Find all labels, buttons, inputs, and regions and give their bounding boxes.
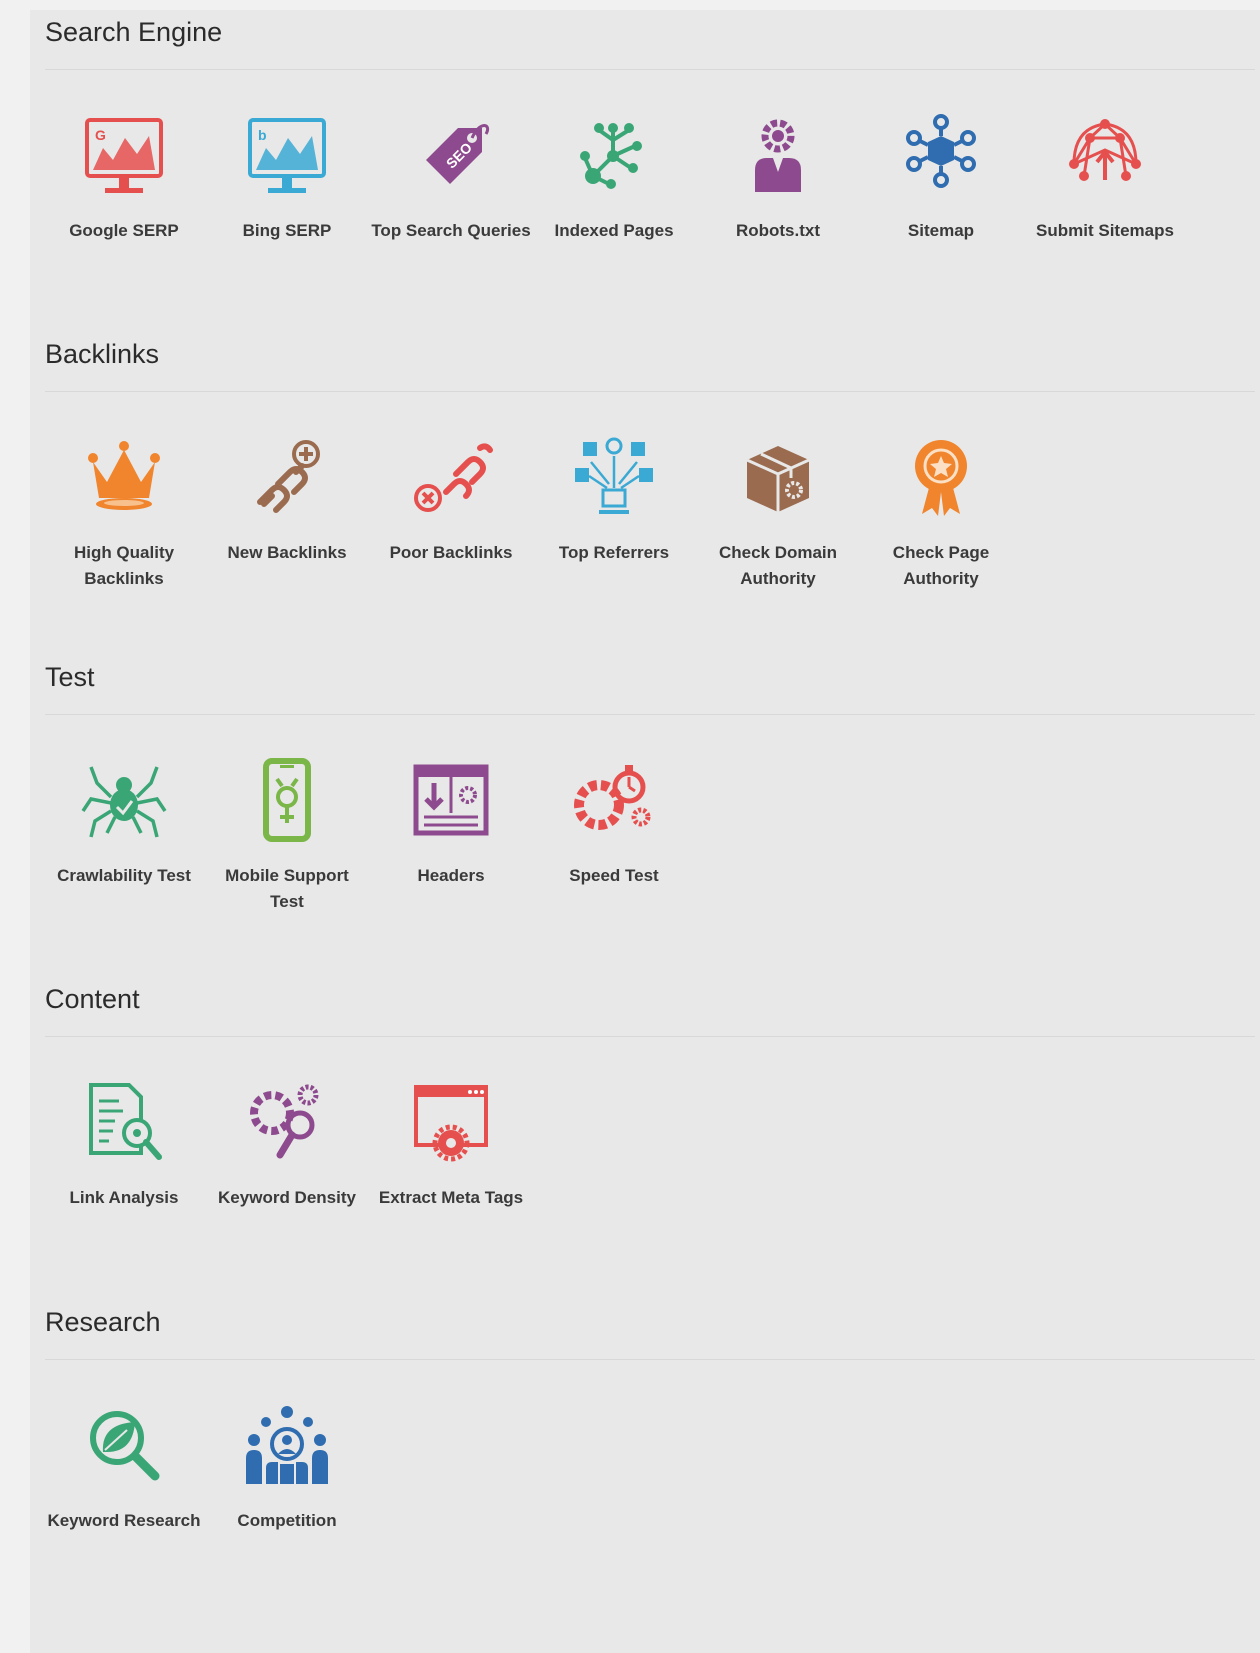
tool-label: New Backlinks (227, 543, 347, 562)
robot-person-icon (755, 119, 801, 192)
tool-label: Top Referrers (558, 543, 670, 562)
sitemap-hub-icon (906, 114, 976, 188)
chain-add-icon (257, 440, 320, 513)
people-group-icon (246, 1406, 328, 1484)
tool-label: Indexed Pages (554, 221, 674, 240)
tool-label: Google SERP (69, 221, 179, 240)
network-tree-icon (580, 123, 642, 189)
gears-magnifier-icon (250, 1084, 319, 1159)
tool-label: Speed Test (569, 866, 659, 885)
tool-label: Check Page Authority (892, 543, 990, 588)
tool-label: Sitemap (907, 221, 975, 240)
tool-label: High Quality Backlinks (73, 543, 175, 588)
tool-high-quality-backlinks[interactable]: High Quality Backlinks (38, 432, 210, 592)
tool-mobile-support-test[interactable]: Mobile Support Test (201, 755, 373, 915)
tool-label: Headers (417, 866, 485, 885)
header-window-icon (413, 764, 489, 836)
section-title: Backlinks (45, 332, 1255, 392)
tool-label: Keyword Density (218, 1188, 356, 1207)
tool-new-backlinks[interactable]: New Backlinks (201, 432, 373, 566)
section-search-engine: Search Engine G Google SERP b Bing SERP SE… (45, 10, 1255, 310)
tool-label: Crawlability Test (57, 866, 191, 885)
leaf-search-icon (90, 1411, 160, 1481)
speed-gears-icon (574, 765, 651, 830)
tool-label: Bing SERP (242, 221, 332, 240)
bing-serp-icon: b (248, 118, 326, 193)
tool-robots-txt[interactable]: Robots.txt (692, 110, 864, 244)
svg-text:G: G (95, 127, 106, 143)
tool-poor-backlinks[interactable]: Poor Backlinks (365, 432, 537, 566)
tool-competition[interactable]: Competition (201, 1400, 373, 1534)
tool-link-analysis[interactable]: Link Analysis (38, 1077, 210, 1211)
section-research: Research Keyword Research Competition (45, 1300, 1255, 1600)
window-gear-icon (414, 1085, 488, 1162)
tool-google-serp[interactable]: G Google SERP (38, 110, 210, 244)
section-title: Test (45, 655, 1255, 715)
tool-label: Poor Backlinks (389, 543, 513, 562)
tool-top-search-queries[interactable]: SEO Top Search Queries (365, 110, 537, 244)
tool-label: Submit Sitemaps (1036, 221, 1174, 240)
spider-icon (81, 766, 167, 838)
tool-label: Link Analysis (69, 1188, 179, 1207)
tool-label: Extract Meta Tags (378, 1188, 524, 1207)
tool-label: Mobile Support Test (225, 866, 349, 911)
tool-label: Robots.txt (735, 221, 821, 240)
tool-extract-meta-tags[interactable]: Extract Meta Tags (365, 1077, 537, 1211)
tool-indexed-pages[interactable]: Indexed Pages (528, 110, 700, 244)
google-serp-icon: G (85, 118, 163, 193)
tool-check-page-authority[interactable]: Check Page Authority (855, 432, 1027, 592)
box-gear-icon (746, 446, 810, 512)
section-title: Search Engine (45, 10, 1255, 70)
tool-submit-sitemaps[interactable]: Submit Sitemaps (1019, 110, 1191, 244)
chain-remove-icon (414, 443, 493, 512)
tool-label: Check Domain Authority (718, 543, 838, 588)
section-title: Content (45, 977, 1255, 1037)
award-badge-icon (915, 440, 967, 516)
social-referrers-icon (575, 437, 653, 514)
tool-speed-test[interactable]: Speed Test (528, 755, 700, 889)
section-title: Research (45, 1300, 1255, 1360)
tool-bing-serp[interactable]: b Bing SERP (201, 110, 373, 244)
seo-tag-icon: SEO (426, 124, 489, 184)
tool-check-domain-authority[interactable]: Check Domain Authority (692, 432, 864, 592)
section-test: Test Crawlability Test Mobile Support Te… (45, 655, 1255, 955)
crown-icon (88, 441, 160, 510)
tool-headers[interactable]: Headers (365, 755, 537, 889)
tool-label: Competition (237, 1511, 337, 1530)
tool-label: Keyword Research (47, 1511, 201, 1530)
tool-sitemap[interactable]: Sitemap (855, 110, 1027, 244)
tool-label: Top Search Queries (371, 221, 531, 240)
section-content: Content Link Analysis Keyword Density Ex… (45, 977, 1255, 1277)
tool-keyword-research[interactable]: Keyword Research (38, 1400, 210, 1534)
section-backlinks: Backlinks High Quality Backlinks New Bac… (45, 332, 1255, 632)
document-search-icon (89, 1083, 162, 1160)
tools-panel: Search Engine G Google SERP b Bing SERP SE… (30, 10, 1260, 1653)
submit-sitemap-icon (1069, 119, 1141, 181)
tool-crawlability-test[interactable]: Crawlability Test (38, 755, 210, 889)
tool-keyword-density[interactable]: Keyword Density (201, 1077, 373, 1211)
svg-text:b: b (258, 127, 267, 143)
mobile-icon (263, 758, 311, 842)
tool-top-referrers[interactable]: Top Referrers (528, 432, 700, 566)
